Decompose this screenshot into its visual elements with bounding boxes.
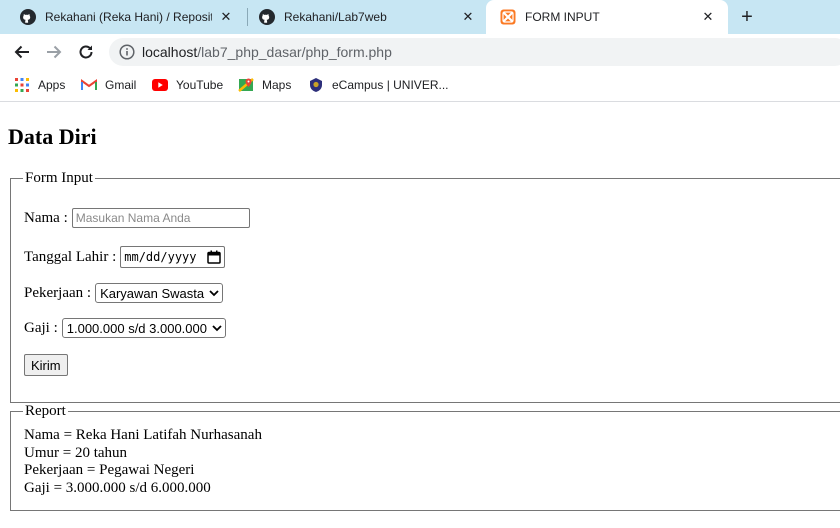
forward-arrow-icon [47, 45, 62, 59]
forward-button[interactable] [43, 41, 65, 63]
close-tab-icon[interactable]: ✕ [700, 9, 716, 25]
nama-input[interactable] [71, 208, 250, 228]
pekerjaan-label: Pekerjaan : [24, 284, 92, 301]
bookmark-label: YouTube [176, 78, 224, 92]
tab-title: Rekahani (Reka Hani) / Repository [45, 10, 212, 24]
submit-row: Kirim [24, 354, 68, 376]
reload-icon [79, 45, 93, 59]
bookmark-ecampus[interactable]: eCampus | UNIVER... [308, 75, 448, 95]
gaji-label: Gaji : [24, 319, 58, 336]
back-arrow-icon [14, 45, 29, 59]
tanggal-lahir-row: Tanggal Lahir : mm/dd/yyyy [24, 246, 225, 268]
bookmark-label: Apps [38, 78, 66, 92]
bookmark-label: Maps [262, 78, 292, 92]
url-path: /lab7_php_dasar/php_form.php [197, 44, 392, 60]
tanggal-lahir-input[interactable]: mm/dd/yyyy [120, 246, 225, 268]
github-icon [20, 9, 36, 25]
gaji-row: Gaji : 1.000.000 s/d 3.000.000 [24, 318, 226, 338]
page-title: Data Diri [8, 124, 97, 149]
reload-button[interactable] [75, 41, 97, 63]
github-icon [259, 9, 275, 25]
bookmark-label: Gmail [105, 78, 137, 92]
bookmark-youtube[interactable]: YouTube [152, 75, 223, 95]
report-output: Nama = Reka Hani Latifah Nurhasanah Umur… [24, 427, 262, 497]
close-tab-icon[interactable]: ✕ [460, 9, 476, 25]
url-host: localhost [142, 44, 198, 60]
bookmark-label: eCampus | UNIVER... [332, 78, 449, 92]
apps-grid-icon [14, 77, 30, 93]
tab-form-input[interactable]: FORM INPUT ✕ [486, 0, 728, 34]
report-line-umur: Umur = 20 tahun [24, 444, 128, 461]
close-tab-icon[interactable]: ✕ [218, 9, 234, 25]
bookmark-maps[interactable]: Maps [238, 75, 291, 95]
tanggal-lahir-label: Tanggal Lahir : [24, 248, 117, 265]
bookmark-apps[interactable]: Apps [14, 75, 65, 95]
calendar-icon[interactable] [206, 250, 221, 264]
gaji-select[interactable]: 1.000.000 s/d 3.000.000 [61, 318, 226, 338]
new-tab-button[interactable]: + [737, 6, 757, 28]
maps-icon [238, 77, 254, 93]
pekerjaan-row: Pekerjaan : Karyawan Swasta [24, 283, 224, 303]
ecampus-icon [308, 77, 324, 93]
info-icon[interactable] [119, 44, 135, 60]
tab-github-lab7web[interactable]: Rekahani/Lab7web ✕ [245, 0, 488, 34]
pekerjaan-selected: Karyawan Swasta [100, 285, 205, 301]
gmail-icon [81, 77, 97, 93]
xampp-icon [500, 9, 516, 25]
bookmarks-bar: Apps Gmail YouTube Maps eCampus | UNIVER… [0, 70, 840, 102]
pekerjaan-select[interactable]: Karyawan Swasta [95, 283, 224, 303]
report-line-nama: Nama = Reka Hani Latifah Nurhasanah [24, 427, 262, 443]
back-button[interactable] [11, 41, 33, 63]
bookmark-gmail[interactable]: Gmail [81, 75, 136, 95]
report-line-gaji: Gaji = 3.000.000 s/d 6.000.000 [24, 479, 211, 496]
chevron-down-icon [212, 325, 222, 332]
form-input-legend: Form Input [25, 170, 93, 186]
address-bar[interactable]: localhost/lab7_php_dasar/php_form.php [109, 38, 840, 66]
url-text: localhost/lab7_php_dasar/php_form.php [142, 44, 392, 60]
page-content: Data Diri Form Input Nama : Tanggal Lahi… [0, 103, 840, 528]
report-line-pekerjaan: Pekerjaan = Pegawai Negeri [24, 462, 195, 478]
kirim-button[interactable]: Kirim [24, 354, 68, 376]
browser-toolbar: localhost/lab7_php_dasar/php_form.php [0, 34, 840, 70]
nama-label: Nama : [24, 209, 68, 226]
tab-github-repository[interactable]: Rekahani (Reka Hani) / Repository ✕ [6, 0, 246, 34]
tab-title: FORM INPUT [525, 10, 600, 24]
gaji-selected: 1.000.000 s/d 3.000.000 [66, 320, 207, 336]
youtube-icon [152, 77, 168, 93]
report-legend: Report [25, 403, 66, 419]
chevron-down-icon [209, 290, 219, 297]
nama-row: Nama : [24, 208, 250, 228]
date-value: mm/dd/yyyy [124, 250, 197, 264]
tab-title: Rekahani/Lab7web [284, 10, 387, 24]
tab-strip: Rekahani (Reka Hani) / Repository ✕ Reka… [0, 0, 840, 34]
